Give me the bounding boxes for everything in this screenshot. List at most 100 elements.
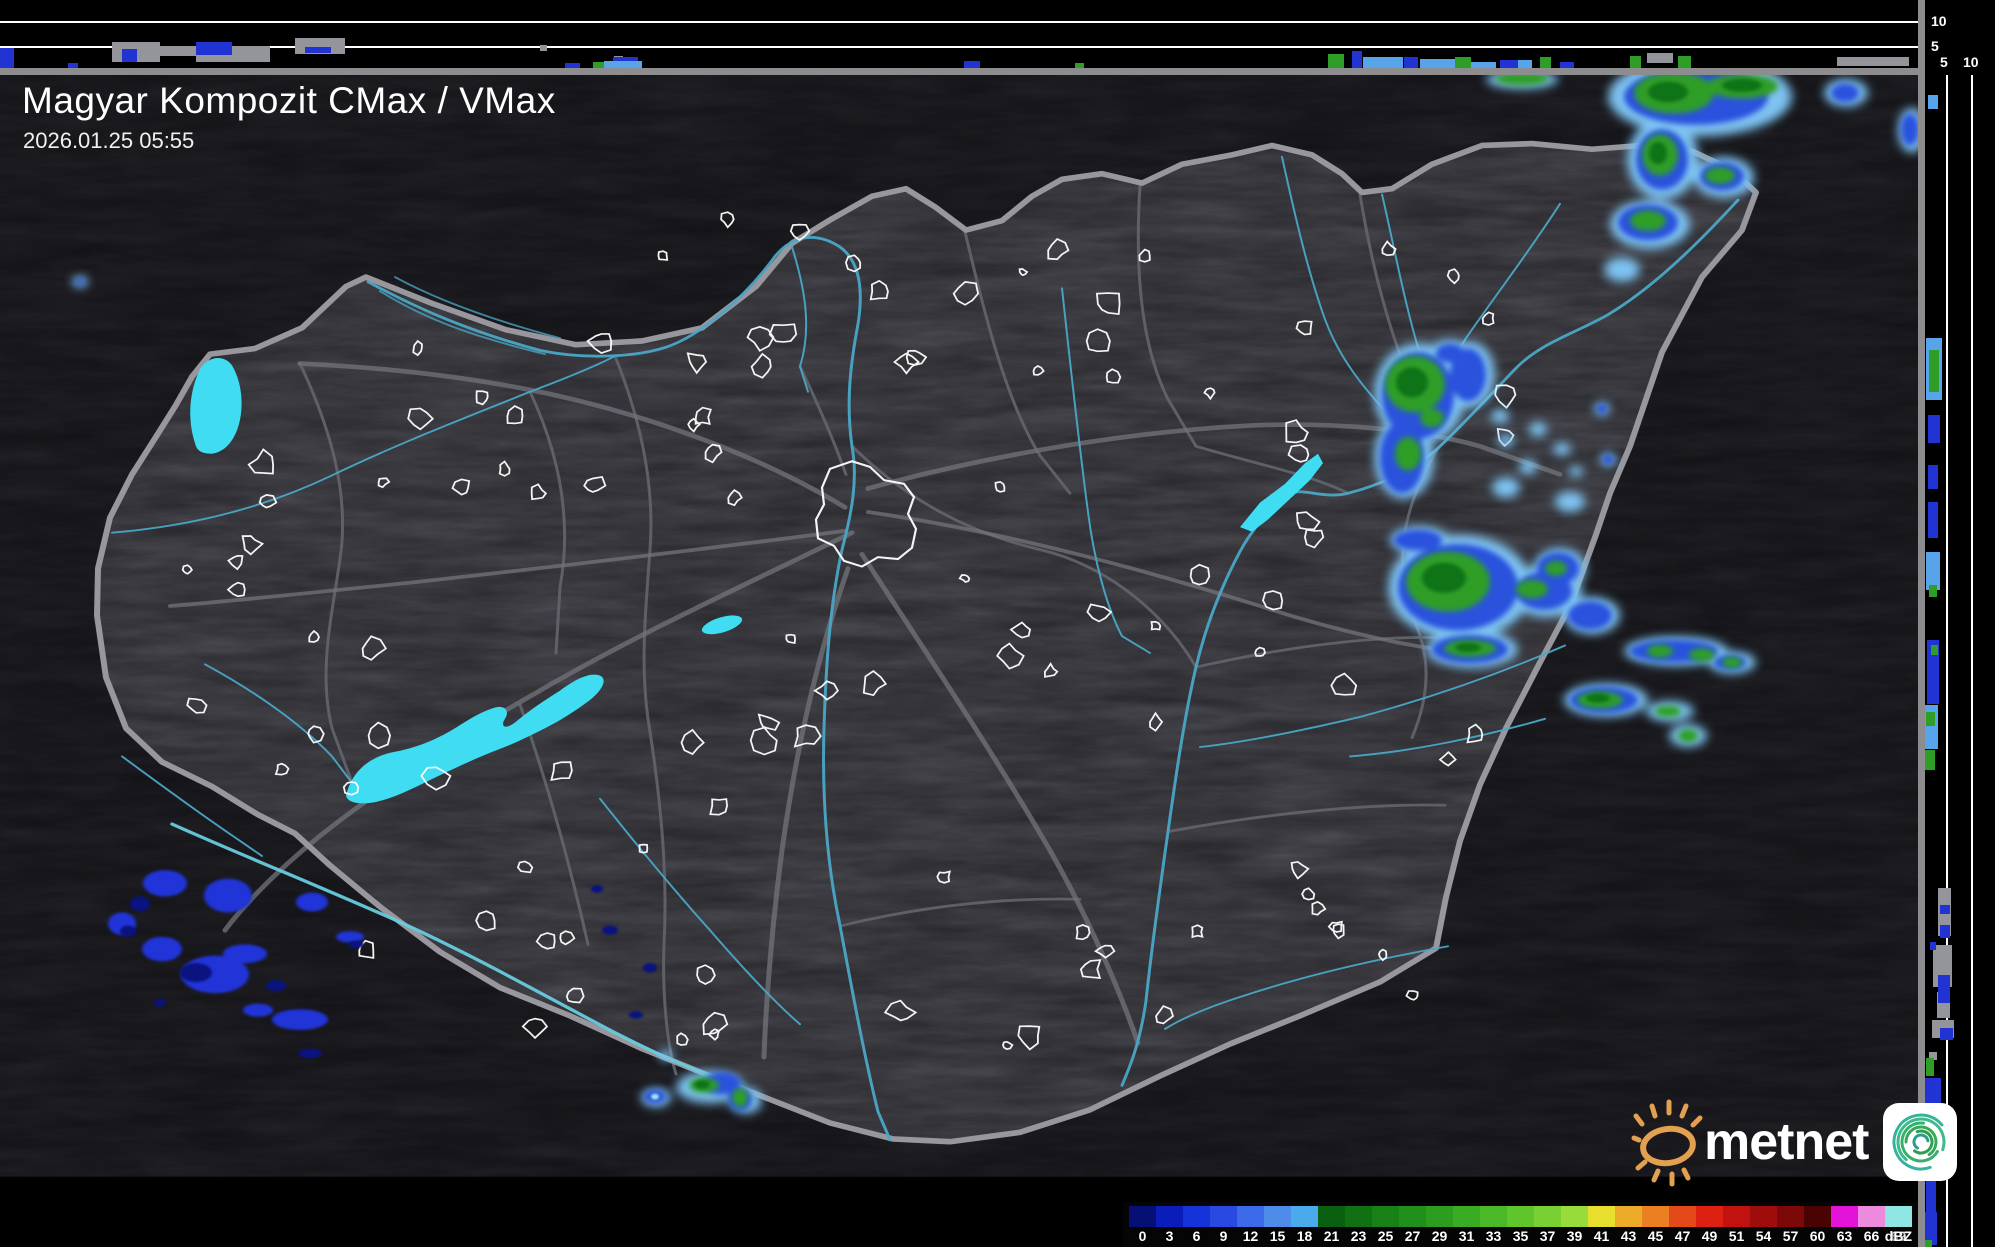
projection-echo xyxy=(1929,585,1937,597)
colorbar-cell xyxy=(1237,1206,1264,1227)
projection-echo xyxy=(1938,975,1950,1003)
colorbar-cell xyxy=(1264,1206,1291,1227)
projection-echo xyxy=(196,54,270,62)
right-axis-label-5: 5 xyxy=(1940,54,1948,70)
colorbar-tick-label: 39 xyxy=(1566,1228,1583,1244)
projection-echo xyxy=(1837,57,1909,66)
colorbar-cell xyxy=(1642,1206,1669,1227)
projection-echo xyxy=(305,47,331,53)
colorbar-cell xyxy=(1858,1206,1885,1227)
colorbar-cell xyxy=(1291,1206,1318,1227)
radar-echo-layer xyxy=(651,1093,659,1100)
metnet-logo: metnet xyxy=(1622,1094,1960,1190)
colorbar-tick-label: 18 xyxy=(1296,1228,1313,1244)
colorbar-tick-label: 63 xyxy=(1836,1228,1853,1244)
projection-echo xyxy=(1630,56,1641,68)
colorbar-cell xyxy=(1183,1206,1210,1227)
radar-map xyxy=(0,55,1926,1247)
colorbar-tick-label: 57 xyxy=(1782,1228,1799,1244)
projection-echo xyxy=(1931,645,1938,655)
colorbar-tick-label: 54 xyxy=(1755,1228,1772,1244)
colorbar-cell xyxy=(1750,1206,1777,1227)
colorbar-cell xyxy=(1885,1206,1912,1227)
colorbar-cell xyxy=(1534,1206,1561,1227)
colorbar-tick-label: 3 xyxy=(1165,1228,1174,1244)
projection-echo xyxy=(1930,942,1936,950)
colorbar-cell xyxy=(1507,1206,1534,1227)
projection-echo xyxy=(1926,1058,1934,1076)
logo-wordmark: metnet xyxy=(1704,1113,1869,1171)
colorbar-cell xyxy=(1399,1206,1426,1227)
projection-echo xyxy=(1940,905,1950,914)
colorbar-cell xyxy=(1777,1206,1804,1227)
top-axis-label-5: 5 xyxy=(1931,38,1939,54)
colorbar-cell xyxy=(1318,1206,1345,1227)
colorbar-tick-label: 47 xyxy=(1674,1228,1691,1244)
right-map-border xyxy=(1918,0,1925,1247)
colorbar-cell xyxy=(1669,1206,1696,1227)
colorbar-cell xyxy=(1723,1206,1750,1227)
colorbar-cell xyxy=(1372,1206,1399,1227)
projection-echo xyxy=(1928,502,1938,538)
projection-echo xyxy=(1647,53,1673,63)
sun-icon xyxy=(1631,1099,1703,1187)
projection-echo xyxy=(1929,350,1939,392)
colorbar-tick-label: 60 xyxy=(1809,1228,1826,1244)
height-line-5km xyxy=(0,46,1918,48)
colorbar-cell xyxy=(1561,1206,1588,1227)
colorbar-tick-label: 6 xyxy=(1192,1228,1201,1244)
projection-echo xyxy=(196,42,232,55)
projection-echo xyxy=(1678,56,1691,68)
vmax-top-projection xyxy=(0,0,1918,70)
colorbar-tick-label: 27 xyxy=(1404,1228,1421,1244)
metnet-app-icon xyxy=(1883,1103,1958,1181)
hungary-map-svg xyxy=(0,55,1926,1181)
vmax-right-projection xyxy=(1923,75,1995,1247)
colorbar-cell xyxy=(1696,1206,1723,1227)
timestamp: 2026.01.25 05:55 xyxy=(23,128,195,153)
colorbar-tick-label: 0 xyxy=(1138,1228,1147,1244)
colorbar-cell xyxy=(1210,1206,1237,1227)
projection-echo xyxy=(540,45,547,51)
colorbar-tick-label: 23 xyxy=(1350,1228,1367,1244)
colorbar-tick-label: 9 xyxy=(1219,1228,1228,1244)
colorbar-tick-label: 15 xyxy=(1269,1228,1286,1244)
projection-echo xyxy=(1928,95,1938,109)
colorbar-tick-label: 37 xyxy=(1539,1228,1556,1244)
colorbar-tick-label: 25 xyxy=(1377,1228,1394,1244)
colorbar-tick-label: 41 xyxy=(1593,1228,1610,1244)
colorbar-cell xyxy=(1156,1206,1183,1227)
projection-echo xyxy=(1928,465,1938,489)
colorbar-cell xyxy=(1804,1206,1831,1227)
height-line-10km xyxy=(0,21,1918,23)
colorbar-cell xyxy=(1588,1206,1615,1227)
projection-echo xyxy=(122,49,137,62)
projection-echo xyxy=(1926,712,1935,726)
projection-echo xyxy=(1940,1028,1953,1040)
colorbar-cell xyxy=(1615,1206,1642,1227)
colorbar-cell xyxy=(1831,1206,1858,1227)
projection-echo xyxy=(1925,750,1935,770)
height-line-5km xyxy=(1946,75,1948,1247)
projection-echo xyxy=(1940,925,1950,938)
axis-corner: 10 5 5 10 xyxy=(1925,0,1995,75)
colorbar-tick-label: 21 xyxy=(1323,1228,1340,1244)
top-axis-label-10: 10 xyxy=(1931,13,1947,29)
colorbar-cell xyxy=(1129,1206,1156,1227)
colorbar-cell xyxy=(1426,1206,1453,1227)
colorbar-tick-label: 43 xyxy=(1620,1228,1637,1244)
right-axis-label-10: 10 xyxy=(1963,54,1979,70)
colorbar-cell xyxy=(1345,1206,1372,1227)
colorbar-tick-label: 51 xyxy=(1728,1228,1745,1244)
colorbar-tick-label: 35 xyxy=(1512,1228,1529,1244)
colorbar-unit: dBZ xyxy=(1884,1228,1912,1244)
projection-echo xyxy=(0,48,14,68)
page-title: Magyar Kompozit CMax / VMax xyxy=(22,80,556,121)
colorbar-tick-label: 66 xyxy=(1863,1228,1880,1244)
projection-echo xyxy=(1928,415,1940,443)
dbz-colorbar: 0 3 6 9 12 15 18 21 23 25 27 29 31 33 35 37 39 41 43 45 47 49… xyxy=(1123,1202,1918,1247)
colorbar-tick-label: 31 xyxy=(1458,1228,1475,1244)
height-line-10km xyxy=(1971,75,1973,1247)
colorbar-tick-label: 33 xyxy=(1485,1228,1502,1244)
colorbar-tick-label: 45 xyxy=(1647,1228,1664,1244)
